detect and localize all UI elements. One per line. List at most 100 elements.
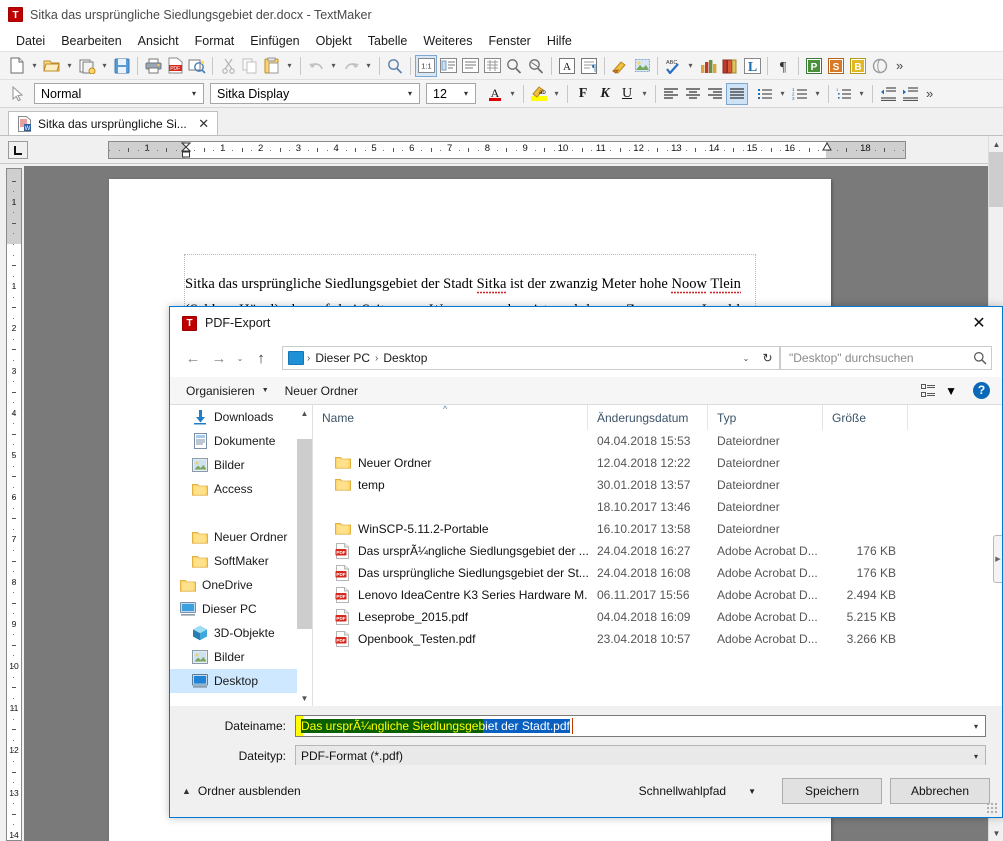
- show-formatting-icon[interactable]: ¶: [772, 55, 794, 77]
- scrollbar-thumb[interactable]: [297, 439, 312, 629]
- align-justify-button[interactable]: [726, 82, 748, 105]
- new-document-dropdown-icon[interactable]: ▾: [28, 55, 41, 77]
- bullet-list-button[interactable]: [754, 83, 776, 105]
- file-list-row[interactable]: WinSCP-5.11.2-Portable 16.10.2017 13:58 Da…: [313, 518, 1002, 540]
- font-family-combo[interactable]: Sitka Display ▾: [210, 83, 420, 104]
- save-document-icon[interactable]: [111, 55, 133, 77]
- file-list-pane[interactable]: Name ^ Änderungsdatum Typ Größe 04.04.2018 1…: [313, 405, 1002, 706]
- multilevel-list-button[interactable]: 1: [833, 83, 855, 105]
- back-button[interactable]: ←: [180, 345, 206, 371]
- multilevel-list-dropdown-icon[interactable]: ▾: [855, 83, 868, 105]
- navpane-item-dokumente[interactable]: Dokumente: [170, 429, 312, 453]
- search-input[interactable]: "Desktop" durchsuchen: [789, 351, 973, 365]
- chevron-down-icon[interactable]: ▾: [967, 746, 985, 766]
- open-recent-dropdown-icon[interactable]: ▾: [98, 55, 111, 77]
- paragraph-style-combo[interactable]: Normal ▾: [34, 83, 204, 104]
- menu-weiteres[interactable]: Weiteres: [415, 32, 480, 50]
- highlight-color-icon[interactable]: ab: [528, 83, 550, 105]
- help-button[interactable]: ?: [973, 382, 990, 399]
- italic-button[interactable]: K: [594, 83, 616, 105]
- drop-cap-icon[interactable]: L: [741, 55, 763, 77]
- file-list-row[interactable]: PDF Das ursprÃ¼ngliche Siedlungsgebiet de…: [313, 540, 1002, 562]
- cancel-button[interactable]: Abbrechen: [890, 778, 990, 804]
- refresh-button[interactable]: ↻: [756, 346, 780, 370]
- file-list-row[interactable]: 04.04.2018 15:53 Dateiordner: [313, 430, 1002, 452]
- navpane-item-downloads[interactable]: Downloads: [170, 405, 312, 429]
- file-list-row[interactable]: PDF Das ursprüngliche Siedlungsgebiet der…: [313, 562, 1002, 584]
- highlight-color-dropdown-icon[interactable]: ▾: [550, 83, 563, 105]
- save-button[interactable]: Speichern: [782, 778, 882, 804]
- view-normal-icon[interactable]: [437, 55, 459, 77]
- character-format-icon[interactable]: A: [556, 55, 578, 77]
- scroll-down-icon[interactable]: ▼: [989, 825, 1003, 841]
- decrease-indent-button[interactable]: [877, 83, 899, 105]
- breadcrumb-item-dieser-pc[interactable]: Dieser PC: [311, 351, 374, 365]
- basicmaker-icon[interactable]: B: [847, 55, 869, 77]
- file-list-row[interactable]: 18.10.2017 13:46 Dateiordner: [313, 496, 1002, 518]
- dialog-resize-grip[interactable]: [987, 803, 999, 815]
- file-list-row[interactable]: PDF Leseprobe_2015.pdf 04.04.2018 16:09 Ado…: [313, 606, 1002, 628]
- align-center-button[interactable]: [682, 83, 704, 105]
- insert-picture-icon[interactable]: [631, 55, 653, 77]
- menu-datei[interactable]: Datei: [8, 32, 53, 50]
- print-preview-icon[interactable]: [186, 55, 208, 77]
- breadcrumb-item-desktop[interactable]: Desktop: [379, 351, 431, 365]
- chevron-down-icon[interactable]: ▾: [967, 716, 985, 736]
- menu-hilfe[interactable]: Hilfe: [539, 32, 580, 50]
- navpane-item-softmaker[interactable]: SoftMaker: [170, 549, 312, 573]
- first-line-indent-marker[interactable]: [181, 142, 191, 158]
- navpane-item-onedrive[interactable]: OneDrive: [170, 573, 312, 597]
- open-recent-icon[interactable]: [76, 55, 98, 77]
- menu-fenster[interactable]: Fenster: [480, 32, 538, 50]
- view-page-icon[interactable]: [459, 55, 481, 77]
- close-icon[interactable]: ✕: [197, 116, 211, 132]
- vertical-ruler[interactable]: 1123456789101112131415: [6, 168, 22, 841]
- export-pdf-icon[interactable]: PDF: [164, 55, 186, 77]
- menu-format[interactable]: Format: [187, 32, 243, 50]
- navpane-item-neuer-ordner[interactable]: Neuer Ordner: [170, 525, 312, 549]
- filetype-combo[interactable]: PDF-Format (*.pdf) ▾: [295, 745, 986, 767]
- spellcheck-dropdown-icon[interactable]: ▾: [684, 55, 697, 77]
- search-icon[interactable]: [384, 55, 406, 77]
- chart-icon[interactable]: [697, 55, 719, 77]
- navpane-item-bilder[interactable]: Bilder: [170, 645, 312, 669]
- new-document-icon[interactable]: [6, 55, 28, 77]
- scroll-up-icon[interactable]: ▲: [989, 136, 1003, 152]
- hide-folders-button[interactable]: ▲ Ordner ausblenden: [182, 784, 301, 798]
- column-header--nderungsdatum[interactable]: Änderungsdatum: [588, 405, 708, 430]
- align-right-button[interactable]: [704, 83, 726, 105]
- scroll-down-icon[interactable]: ▼: [297, 690, 312, 706]
- chevron-down-icon[interactable]: ⌄: [736, 354, 756, 363]
- menu-bearbeiten[interactable]: Bearbeiten: [53, 32, 129, 50]
- paste-icon[interactable]: [261, 55, 283, 77]
- cut-icon[interactable]: [217, 55, 239, 77]
- tabstop-selector[interactable]: [8, 141, 28, 159]
- redo-icon[interactable]: [340, 55, 362, 77]
- file-list-row[interactable]: PDF Lenovo IdeaCentre K3 Series Hardware …: [313, 584, 1002, 606]
- navpane-item-access[interactable]: Access: [170, 477, 312, 501]
- planmaker-icon[interactable]: S: [825, 55, 847, 77]
- scrollbar-thumb[interactable]: [989, 152, 1003, 207]
- navpane-item-dieser-pc[interactable]: Dieser PC: [170, 597, 312, 621]
- scroll-up-icon[interactable]: ▲: [297, 405, 312, 421]
- change-view-button[interactable]: ▼: [915, 381, 963, 401]
- navpane-item-desktop[interactable]: Desktop: [170, 669, 312, 693]
- search-box[interactable]: "Desktop" durchsuchen: [780, 346, 992, 370]
- column-header-gr-e[interactable]: Größe: [823, 405, 908, 430]
- font-size-combo[interactable]: 12 ▾: [426, 83, 476, 104]
- numbered-list-dropdown-icon[interactable]: ▾: [811, 83, 824, 105]
- menu-objekt[interactable]: Objekt: [308, 32, 360, 50]
- toolbar1-overflow-button[interactable]: »: [891, 58, 908, 73]
- zoom-100-icon[interactable]: 1:1: [415, 54, 437, 77]
- navpane-item-empty[interactable]: [170, 501, 312, 525]
- toolbar2-overflow-button[interactable]: »: [921, 86, 938, 101]
- breadcrumb[interactable]: › Dieser PC › Desktop ⌄: [282, 346, 757, 370]
- bullet-list-dropdown-icon[interactable]: ▾: [776, 83, 789, 105]
- pane-splitter-handle[interactable]: ▶: [993, 535, 1002, 583]
- undo-icon[interactable]: [305, 55, 327, 77]
- increase-indent-button[interactable]: [899, 83, 921, 105]
- redo-dropdown-icon[interactable]: ▾: [362, 55, 375, 77]
- align-left-button[interactable]: [660, 83, 682, 105]
- file-list-row[interactable]: PDF Openbook_Testen.pdf 23.04.2018 10:57 Ad…: [313, 628, 1002, 650]
- format-painter-icon[interactable]: [609, 55, 631, 77]
